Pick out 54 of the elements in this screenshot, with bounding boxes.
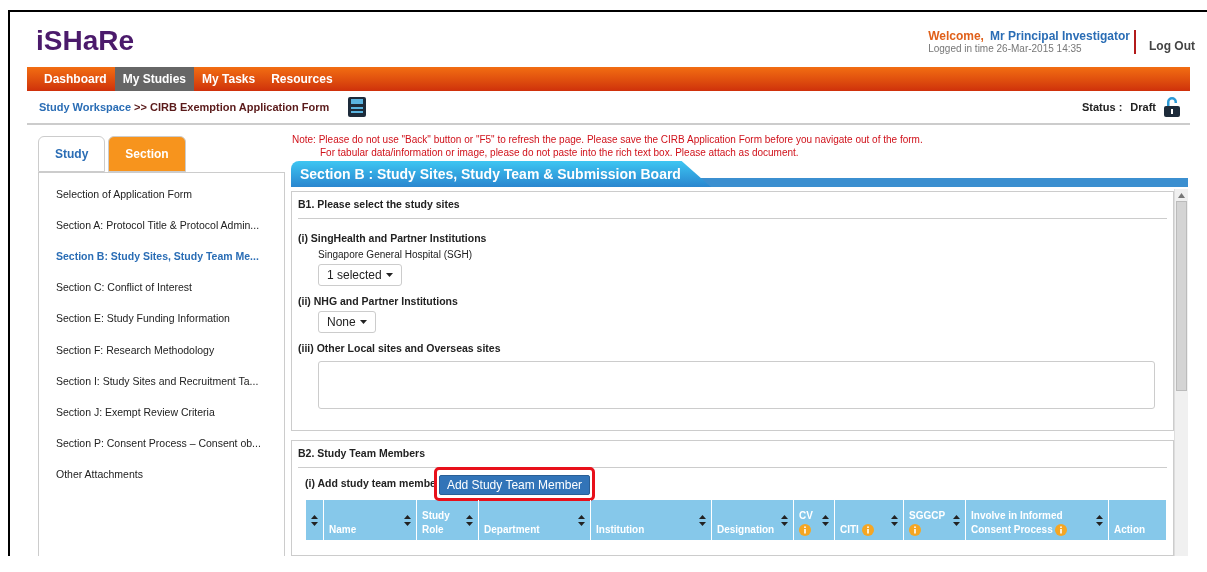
warning-note: Note: Please do not use "Back" button or "F5" to refresh the page. Please save the CIRB Application Form before you navigate out of the form.: [292, 133, 924, 146]
welcome-text: Welcome,: [928, 30, 984, 43]
login-time: Logged in time 26-Mar-2015 14:35: [928, 43, 1082, 54]
sort-icon[interactable]: [781, 514, 788, 526]
sidebar-item[interactable]: Section I: Study Sites and Recruitment Ta...: [56, 373, 259, 390]
scroll-up-icon[interactable]: [1178, 193, 1185, 198]
nav-tab[interactable]: My Studies: [114, 67, 195, 91]
scrollbar[interactable]: [1174, 189, 1188, 556]
unlocked-padlock-icon: [1164, 97, 1180, 117]
side-tab[interactable]: Study: [38, 136, 106, 172]
scroll-thumb[interactable]: [1176, 201, 1187, 391]
sidebar-item[interactable]: Section B: Study Sites, Study Team Me...: [56, 249, 259, 265]
add-member-button[interactable]: Add Study Team Member: [438, 475, 591, 495]
sort-icon[interactable]: [578, 514, 585, 526]
user-name: Mr Principal Investigator: [989, 30, 1130, 43]
sort-icon[interactable]: [699, 514, 706, 526]
sidebar-item[interactable]: Section F: Research Methodology: [56, 342, 215, 359]
status-value: Draft: [1130, 99, 1156, 115]
breadcrumb-link[interactable]: Study Workspace: [39, 98, 132, 116]
field-label: (i) Add study team membe: [305, 476, 436, 492]
field-label: (iii) Other Local sites and Overseas sites: [298, 341, 502, 355]
nav-tab[interactable]: Dashboard: [36, 67, 115, 91]
multiselect-dropdown[interactable]: 1 selected: [318, 264, 402, 286]
section-title: Section B : Study Sites, Study Team & Submission Board: [291, 161, 711, 187]
warning-note: For tabular data/information or image, please do not paste into the rich text box. Please attach as document.: [319, 146, 800, 159]
breadcrumb-current: >> CIRB Exemption Application Form: [134, 99, 330, 115]
sort-icon[interactable]: [404, 514, 411, 526]
multiselect-dropdown[interactable]: None: [318, 311, 376, 333]
sidebar-item[interactable]: Section E: Study Funding Information: [56, 311, 230, 328]
caret-icon: [359, 320, 367, 324]
sort-icon[interactable]: [1096, 514, 1103, 526]
site-name: Singapore General Hospital (SGH): [317, 249, 473, 261]
nav-tab[interactable]: Resources: [263, 67, 341, 91]
sort-icon[interactable]: [822, 514, 829, 526]
sidebar-item[interactable]: Other Attachments: [56, 467, 143, 484]
field-label: (i) SingHealth and Partner Institutions: [298, 231, 488, 245]
sidebar-item[interactable]: Section P: Consent Process – Consent ob...: [56, 436, 261, 452]
panel-title: B1. Please select the study sites: [298, 197, 460, 213]
caret-icon: [385, 273, 393, 277]
status-label: Status :: [1082, 99, 1123, 115]
sidebar-item[interactable]: Selection of Application Form: [56, 186, 192, 203]
sort-icon[interactable]: [891, 514, 898, 526]
sidebar-item[interactable]: Section C: Conflict of Interest: [56, 280, 192, 297]
logo: iSHaRe: [36, 26, 135, 56]
panel-title: B2. Study Team Members: [298, 446, 425, 462]
field-label: (ii) NHG and Partner Institutions: [298, 294, 459, 308]
save-icon[interactable]: [348, 97, 367, 117]
sort-icon[interactable]: [311, 514, 318, 526]
sidebar-item[interactable]: Section A: Protocol Title & Protocol Admin...: [56, 217, 260, 234]
nav-tab[interactable]: My Tasks: [194, 67, 264, 91]
sort-icon[interactable]: [953, 514, 960, 526]
logout-link[interactable]: Log Out: [1149, 37, 1195, 55]
sort-icon[interactable]: [466, 514, 473, 526]
sidebar-item[interactable]: Section J: Exempt Review Criteria: [56, 405, 215, 421]
